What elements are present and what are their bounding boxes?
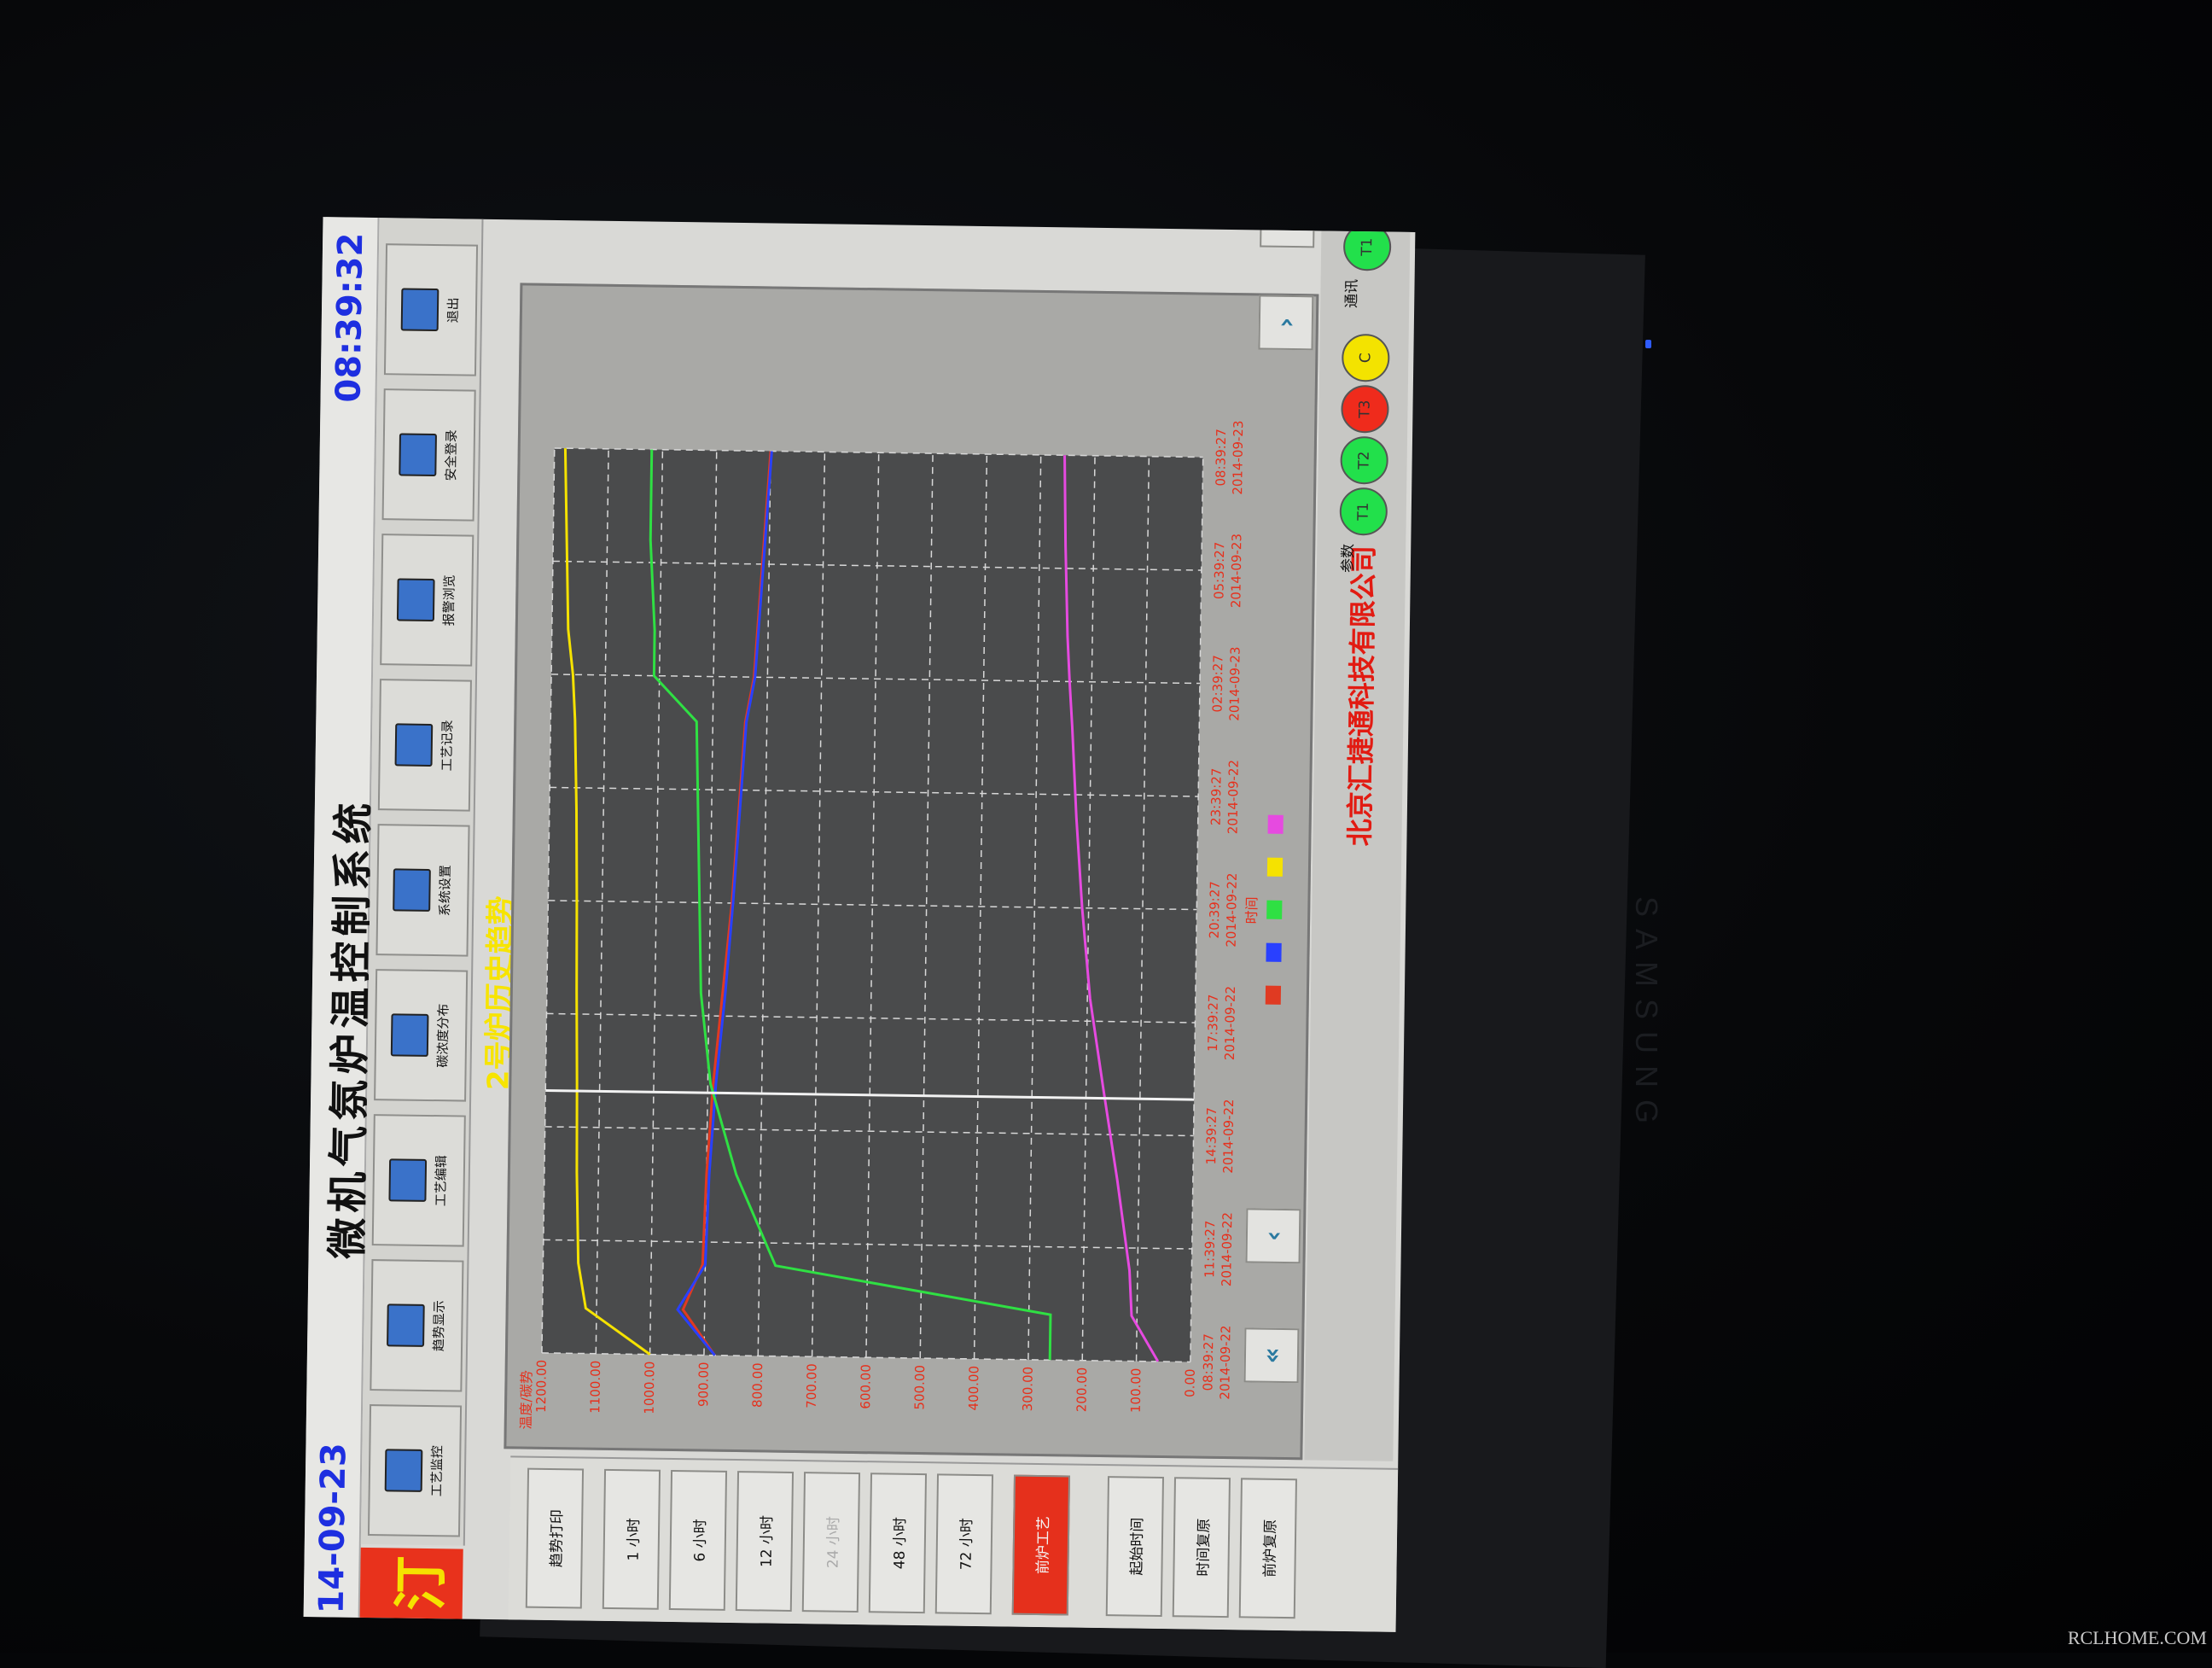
exit-icon [400,288,439,332]
trend-chart: 0.00 100.00 200.00 300.00 400.00 500.00 600.00… [504,283,1319,1461]
x-tick-date: 2014-09-23 [1230,420,1246,494]
param-label: 参数 [1339,543,1358,574]
time-button-1[interactable]: 时间复原 [1172,1477,1231,1618]
x-tick-time: 02:39:27 [1210,655,1226,713]
toolbar-label: 工艺记录 [438,720,455,772]
toolbar-label: 系统设置 [436,865,453,917]
param-indicator-3: C [1341,333,1390,382]
pager-button-0[interactable]: « [1243,1327,1300,1384]
x-tick-date: 2014-09-22 [1225,760,1242,834]
y-tick-label: 800.00 [749,1362,765,1408]
hmi-app: 14-09-23 微机气氛炉温控制系统 08:39:32 汀 工艺监控 趋势显示工… [303,217,1416,1632]
x-tick-time: 23:39:27 [1208,768,1225,826]
left-panel: 趋势打印 1 小时 6 小时 12 小时 24 小时 48 小时 72 小时 前炉工艺 起始时间… [508,1455,1399,1632]
alarm-speaker-icon [396,578,435,622]
trend-chart-svg: 0.00 100.00 200.00 300.00 400.00 500.00 600.00… [518,420,1284,1430]
settings-icon [392,868,431,912]
legend-swatch-1 [1266,942,1282,962]
y-tick-label: 100.00 [1128,1368,1144,1413]
y-tick-label: 300.00 [1020,1367,1036,1412]
x-tick-time: 11:39:27 [1202,1220,1218,1278]
y-axis-label: 温度/碳势 [518,1370,535,1430]
y-tick-label: 700.00 [804,1363,820,1408]
power-led-icon [1645,340,1651,348]
toolbar-label: 退出 [445,297,461,324]
y-tick-label: 200.00 [1074,1368,1090,1413]
x-tick-date: 2014-09-22 [1224,872,1240,947]
edit-icon [387,1158,427,1202]
param-indicator-0: T1 [1339,487,1388,536]
x-tick-time: 08:39:27 [1213,429,1229,487]
logo-text: 汀 [389,1555,454,1612]
x-tick-date: 2014-09-22 [1217,1325,1233,1399]
pager-button-2[interactable]: › [1258,295,1314,351]
toolbar: 工艺监控 趋势显示 工艺编辑 碳浓度分布 系统设置 工艺记录 报警浏览 安全登录 退出 [360,218,484,1546]
x-tick-date: 2014-09-22 [1220,1099,1237,1173]
param-indicator-1: T2 [1340,435,1389,485]
legend-swatch-2 [1266,900,1283,919]
y-tick-label: 1100.00 [587,1361,603,1414]
trend-icon [386,1303,425,1347]
x-tick-time: 20:39:27 [1207,881,1223,939]
range-button-5[interactable]: 72 小时 [934,1473,994,1615]
y-tick-label: 400.00 [966,1366,982,1411]
clock-display: 08:39:32 [329,232,371,403]
range-button-0[interactable]: 1 小时 [602,1468,661,1610]
toolbar-label: 安全登录 [442,429,459,481]
toolbar-button-3[interactable]: 碳浓度分布 [374,969,469,1102]
range-button-4[interactable]: 48 小时 [868,1473,928,1614]
pager-button-1[interactable]: ‹ [1245,1208,1301,1264]
y-tick-label: 900.00 [696,1362,712,1407]
process-button[interactable]: 前炉工艺 [1011,1474,1071,1616]
watermark: RCLHOME.COM [2067,1627,2207,1648]
x-tick-time: 05:39:27 [1211,542,1227,600]
x-tick-time: 17:39:27 [1205,994,1221,1052]
x-tick-date: 2014-09-22 [1219,1212,1235,1286]
y-tick-label: 1000.00 [642,1361,658,1414]
monitor-brand: SAMSUNG [1629,896,1664,1136]
param-indicator-2: T3 [1341,384,1389,434]
toolbar-label: 报警浏览 [440,574,457,627]
logo: 汀 [359,1547,463,1619]
date-display: 14-09-23 [311,1442,354,1614]
toolbar-label: 工艺编辑 [432,1155,449,1207]
time-button-0[interactable]: 起始时间 [1105,1476,1165,1618]
toolbar-label: 碳浓度分布 [434,1003,451,1068]
legend-swatch-4 [1267,814,1284,834]
legend-swatch-3 [1266,857,1284,877]
key-icon [398,433,437,477]
company-name: 北京汇捷通科技有限公司 [1343,545,1381,847]
range-button-2[interactable]: 12 小时 [735,1471,795,1612]
toolbar-button-7[interactable]: 安全登录 [381,388,476,522]
toolbar-label: 工艺监控 [428,1445,445,1497]
time-button-2[interactable]: 前炉复原 [1238,1478,1297,1619]
comm-label: 通讯 [1343,278,1361,309]
toolbar-button-0[interactable]: 工艺监控 [367,1404,463,1537]
toolbar-button-5[interactable]: 工艺记录 [377,679,472,812]
x-tick-date: 2014-09-22 [1222,986,1238,1060]
monitor-icon [384,1449,422,1492]
toolbar-button-8[interactable]: 退出 [383,243,479,376]
range-button-3[interactable]: 24 小时 [801,1472,861,1613]
x-tick-time: 08:39:27 [1200,1333,1216,1391]
y-tick-label: 600.00 [858,1364,874,1409]
toolbar-button-4[interactable]: 系统设置 [375,824,470,957]
y-tick-label: 1200.00 [533,1360,550,1413]
status-bar: 北京汇捷通科技有限公司 参数T1T2T3C通讯T1T2T3C运行 [1304,217,1411,1461]
y-tick-label: 500.00 [911,1365,928,1410]
carbon-distribution-icon [390,1013,428,1057]
toolbar-button-6[interactable]: 报警浏览 [380,534,474,667]
record-table-icon [394,723,433,767]
y-tick-label: 0.00 [1182,1368,1197,1397]
x-tick-date: 2014-09-23 [1226,646,1243,720]
range-button-1[interactable]: 6 小时 [668,1469,728,1611]
toolbar-label: 趋势显示 [430,1300,447,1352]
trend-print-button[interactable]: 趋势打印 [525,1467,585,1609]
toolbar-button-1[interactable]: 趋势显示 [370,1259,464,1392]
legend-swatch-0 [1265,985,1282,1005]
x-tick-date: 2014-09-23 [1228,534,1244,608]
x-axis-label: 时间 [1243,896,1260,924]
toolbar-button-2[interactable]: 工艺编辑 [371,1114,466,1247]
x-tick-time: 14:39:27 [1203,1107,1220,1165]
